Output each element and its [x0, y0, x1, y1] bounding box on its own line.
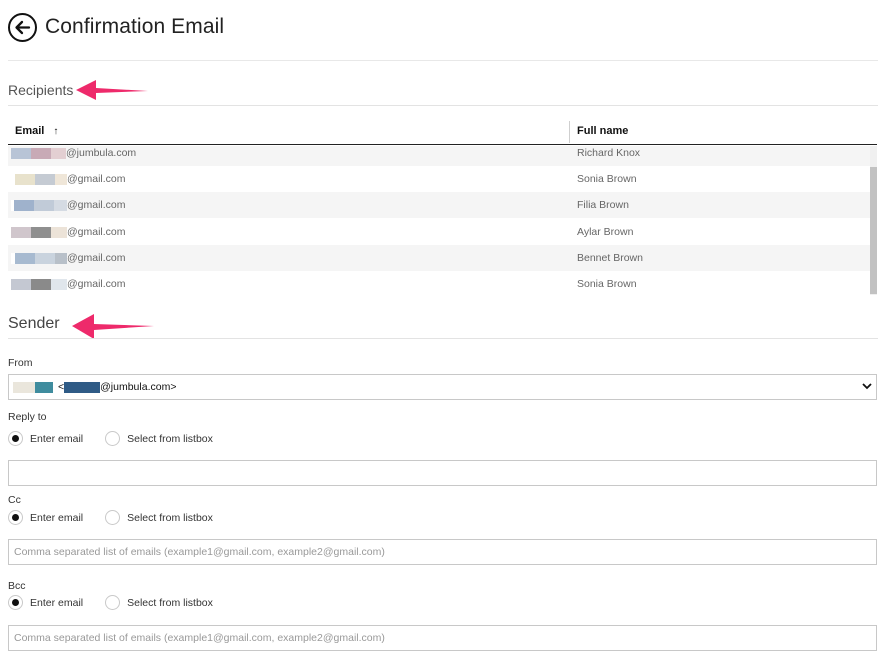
redacted-block [35, 381, 53, 393]
from-select[interactable]: < @jumbula.com> [8, 374, 877, 400]
table-row[interactable]: @gmail.com Filia Brown [8, 192, 870, 218]
redacted-block [31, 226, 51, 238]
table-row[interactable]: @gmail.com Aylar Brown [8, 219, 870, 245]
reply-to-listbox-radio[interactable] [105, 431, 121, 446]
reply-to-label: Reply to [8, 411, 47, 423]
email-cell: @gmail.com [11, 199, 126, 211]
arrow-left-circle-icon [15, 20, 31, 34]
redacted-block [31, 278, 51, 290]
email-cell: @gmail.com [11, 278, 126, 290]
table-row[interactable]: @gmail.com Sonia Brown [8, 271, 870, 295]
full-name-cell: Bennet Brown [577, 252, 643, 264]
grid-scrollbar-thumb[interactable] [870, 167, 877, 294]
redacted-block [54, 199, 67, 211]
bcc-enter-email-radio[interactable] [8, 595, 23, 610]
back-button[interactable] [8, 12, 37, 42]
table-row[interactable]: @gmail.com Bennet Brown [8, 245, 870, 271]
column-resize-handle[interactable] [569, 121, 570, 143]
email-cell: @gmail.com [11, 173, 126, 185]
redacted-block [64, 381, 101, 393]
sender-section-title: Sender [8, 315, 60, 332]
email-cell: @gmail.com [11, 226, 126, 238]
divider [8, 338, 878, 339]
full-name-cell: Sonia Brown [577, 278, 637, 290]
cc-enter-email-radio[interactable] [8, 510, 23, 525]
redacted-block [51, 226, 67, 238]
divider [8, 60, 878, 61]
divider [8, 105, 878, 106]
redacted-block [14, 199, 34, 211]
redacted-block [15, 173, 35, 185]
redacted-block [11, 278, 31, 290]
grid-body: @jumbula.com Richard Knox @gmail.com Son… [8, 146, 877, 295]
redacted-block [55, 173, 67, 185]
table-row[interactable]: @jumbula.com Richard Knox [8, 146, 870, 166]
reply-to-enter-email-radio[interactable] [8, 431, 23, 446]
cc-radio-group: Enter email Select from listbox [8, 510, 213, 525]
column-header-full-name[interactable]: Full name [577, 125, 628, 137]
redacted-block [34, 199, 54, 211]
reply-to-radio-group: Enter email Select from listbox [8, 431, 213, 446]
redacted-block [51, 278, 67, 290]
page-header: Confirmation Email [8, 11, 224, 43]
bcc-radio-group: Enter email Select from listbox [8, 595, 213, 610]
table-row[interactable]: @gmail.com Sonia Brown [8, 166, 870, 192]
full-name-cell: Sonia Brown [577, 173, 637, 185]
full-name-cell: Richard Knox [577, 147, 641, 159]
cc-input[interactable] [8, 539, 877, 565]
redacted-block [51, 147, 66, 159]
redacted-block [15, 252, 35, 264]
reply-to-input[interactable] [8, 460, 877, 486]
redacted-block [11, 226, 31, 238]
redacted-block [31, 147, 51, 159]
page-title: Confirmation Email [45, 15, 225, 38]
chevron-down-icon [862, 380, 872, 394]
redacted-block [35, 252, 55, 264]
cc-listbox-radio[interactable] [105, 510, 121, 525]
bcc-input[interactable] [8, 625, 877, 651]
recipients-grid: Email ↑ Full name @jumbula.com Richard Kn… [8, 119, 877, 295]
column-header-email[interactable]: Email ↑ [15, 125, 58, 137]
redacted-block [35, 173, 55, 185]
sort-ascending-icon: ↑ [53, 126, 59, 137]
annotation-arrow-icon [76, 80, 148, 100]
cc-label: Cc [8, 494, 21, 506]
redacted-block [55, 252, 67, 264]
grid-header: Email ↑ Full name [8, 119, 877, 145]
email-cell: @jumbula.com [11, 147, 136, 159]
bcc-label: Bcc [8, 580, 26, 592]
full-name-cell: Aylar Brown [577, 226, 634, 238]
email-cell: @gmail.com [11, 252, 126, 264]
redacted-block [11, 147, 31, 159]
redacted-block [13, 381, 35, 393]
bcc-listbox-radio[interactable] [105, 595, 121, 610]
recipients-section-title: Recipients [8, 82, 74, 98]
full-name-cell: Filia Brown [577, 199, 629, 211]
from-label: From [8, 357, 33, 369]
